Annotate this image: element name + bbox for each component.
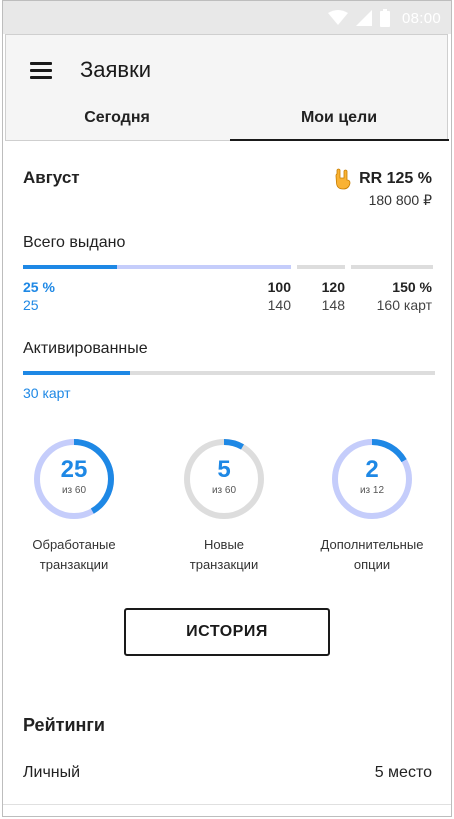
tick-percent: 100 [267,279,291,295]
rating-value: 5 место [374,764,432,781]
metric-number: 5 [217,456,231,483]
tab-my-goals[interactable]: Мои цели [228,103,450,141]
metric-processed: 25 из 60 Обработаные транзакции [3,437,149,575]
page-title: Заявки [80,57,152,82]
status-time: 08:00 [401,9,441,27]
tick-value: 160 карт [376,297,432,313]
progress-ring: 25 из 60 [32,437,116,521]
metric-number: 25 [60,456,88,483]
tick-value: 148 [321,297,345,313]
progress-segment-2 [297,265,345,269]
month-title: Август [23,168,80,187]
progress-ring: 2 из 12 [330,437,414,521]
tick-100: 100 140 [268,279,291,313]
metric-label: Дополнительные опции [297,535,447,575]
metric-label-line: Обработаные [32,537,116,552]
activated-progress-fill [23,371,131,375]
rr-percent: RR 125 % [359,170,432,187]
tab-today[interactable]: Сегодня [6,103,228,141]
rating-row-personal[interactable]: Личный 5 место [23,764,432,788]
metric-of: из 60 [211,485,237,496]
wifi-icon [327,10,348,25]
metric-number: 2 [365,456,379,483]
tick-percent: 25 % [23,279,55,295]
tick-percent: 120 [321,279,345,295]
divider [3,804,451,805]
tab-selected-indicator [230,139,449,141]
metric-label-line: транзакции [189,557,259,572]
metric-label-line: транзакции [39,557,109,572]
ratings-title: Рейтинги [23,715,105,735]
rating-label: Личный [23,764,81,781]
activated-value: 30 карт [23,385,71,401]
metric-of: из 60 [61,485,87,496]
tick-25: 25 % 25 [23,279,55,313]
battery-icon [379,9,390,27]
rock-hand-icon [335,168,351,190]
metric-label: Новые транзакции [149,535,299,575]
total-issued-title: Всего выдано [23,234,126,251]
cellular-signal-icon [355,10,372,26]
rr-summary: RR 125 % [333,168,432,190]
progress-segment-1-fill [23,265,117,269]
metric-label: Обработаные транзакции [3,535,149,575]
tick-120: 120 148 [322,279,345,313]
tick-value: 140 [267,297,291,313]
tick-value: 25 [23,297,39,313]
metric-label-line: опции [353,557,391,572]
progress-ring: 5 из 60 [182,437,266,521]
metric-label-line: Новые [203,537,245,552]
status-bar: 08:00 [3,1,451,34]
history-button[interactable]: ИСТОРИЯ [124,608,330,656]
phone-screen: 08:00 Заявки Сегодня Мои цели Август RR … [2,0,452,817]
hamburger-menu-icon[interactable] [26,60,56,82]
tick-150: 150 % 160 карт [377,279,432,313]
activated-title: Активированные [23,340,148,357]
tick-percent: 150 % [392,279,432,295]
metric-label-line: Дополнительные [320,537,424,552]
metric-options: 2 из 12 Дополнительные опции [297,437,447,575]
metric-new: 5 из 60 Новые транзакции [149,437,299,575]
metric-of: из 12 [359,485,385,496]
app-bar: Заявки Сегодня Мои цели [5,34,450,141]
progress-segment-3 [351,265,433,269]
rr-amount: 180 800 ₽ [368,192,432,208]
